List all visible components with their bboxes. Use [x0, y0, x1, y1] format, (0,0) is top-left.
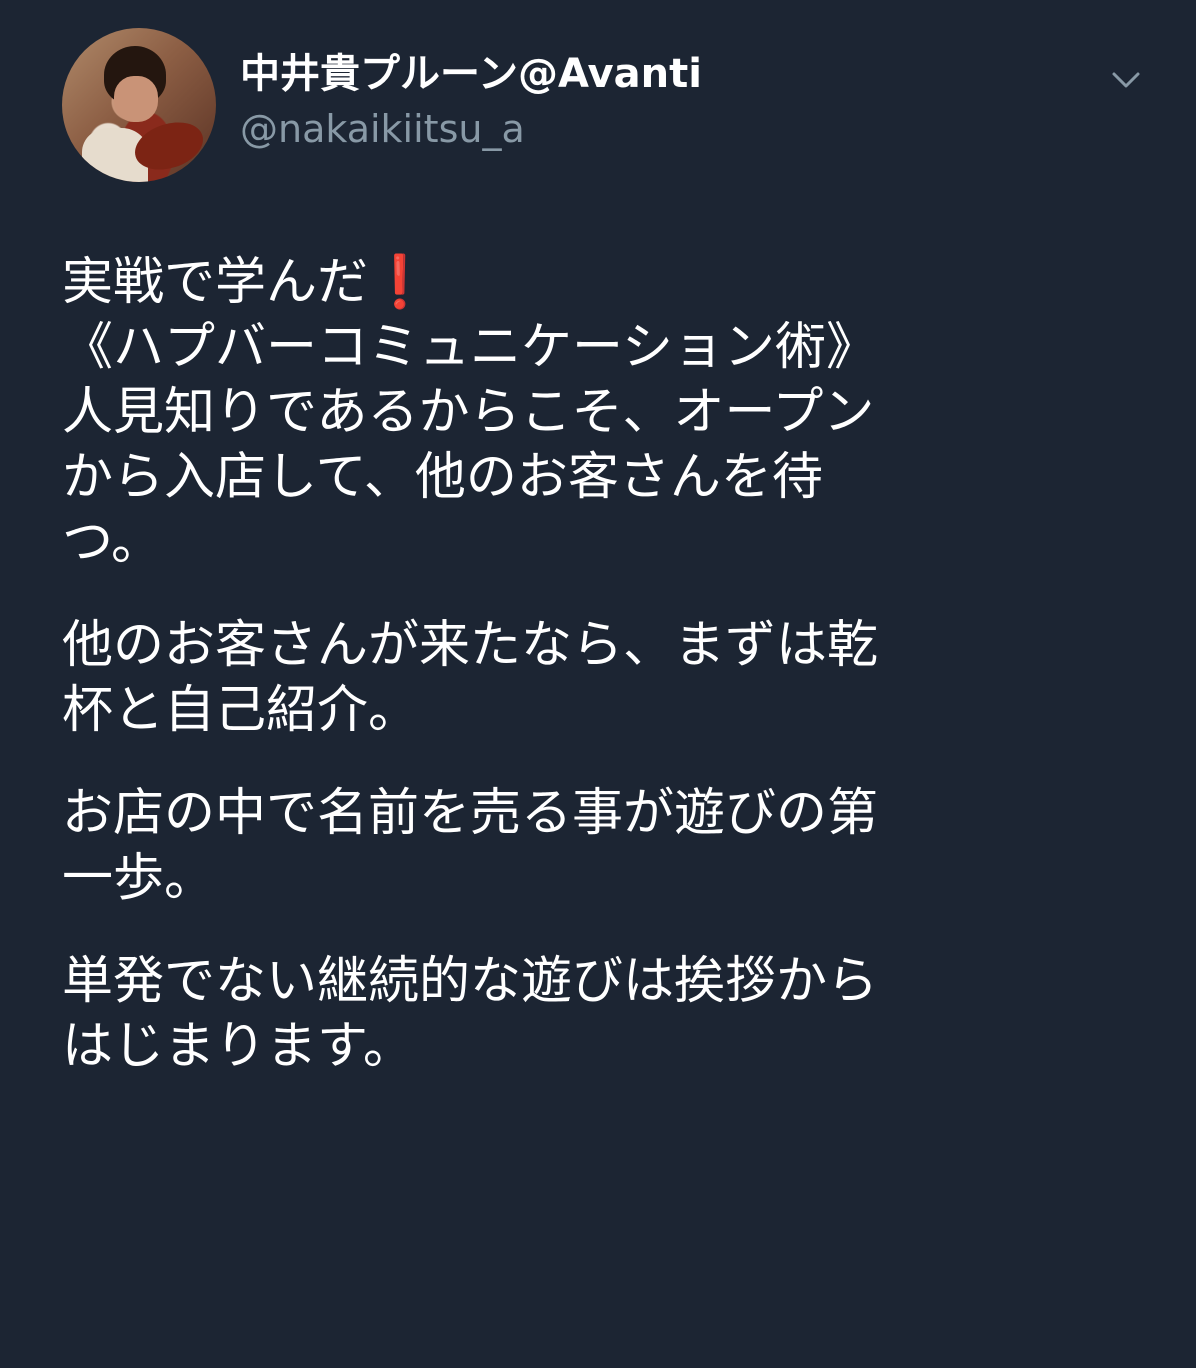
tweet-line: 杯と自己紹介。	[62, 681, 420, 740]
tweet-line: お店の中で名前を売る事が遊びの第	[62, 784, 879, 843]
exclamation-icon: ❗	[368, 253, 432, 312]
tweet-line: 《ハプバーコミュニケーション術》	[62, 318, 877, 377]
tweet-line: 単発でない継続的な遊びは挨拶から	[62, 952, 879, 1011]
display-name[interactable]: 中井貴プルーン@Avanti	[240, 48, 702, 100]
user-handle[interactable]: @nakaikiitsu_a	[240, 104, 525, 154]
chevron-down-icon[interactable]	[1108, 62, 1144, 98]
tweet-paragraph: 単発でない継続的な遊びは挨拶から はじまります。	[62, 949, 1152, 1079]
tweet-line: 実戦で学んだ❗	[62, 250, 1152, 315]
tweet-line: 人見知りであるからこそ、オープン	[62, 383, 875, 442]
avatar[interactable]	[62, 28, 216, 182]
tweet-paragraph: 実戦で学んだ❗ 《ハプバーコミュニケーション術》 人見知りであるからこそ、オープ…	[62, 250, 1152, 575]
tweet-paragraph: お店の中で名前を売る事が遊びの第 一歩。	[62, 781, 1152, 911]
tweet-line-text: 実戦で学んだ	[62, 253, 369, 312]
tweet: 中井貴プルーン@Avanti @nakaikiitsu_a 実戦で学んだ❗ 《ハ…	[0, 0, 1196, 1368]
tweet-line: 一歩。	[62, 849, 216, 908]
tweet-text: 実戦で学んだ❗ 《ハプバーコミュニケーション術》 人見知りであるからこそ、オープ…	[62, 250, 1152, 1117]
tweet-line: はじまります。	[62, 1017, 414, 1076]
tweet-paragraph: 他のお客さんが来たなら、まずは乾 杯と自己紹介。	[62, 613, 1152, 743]
tweet-line: つ。	[62, 513, 162, 572]
avatar-face	[114, 76, 158, 122]
tweet-line: 他のお客さんが来たなら、まずは乾	[62, 616, 879, 675]
tweet-line: から入店して、他のお客さんを待	[62, 448, 823, 507]
